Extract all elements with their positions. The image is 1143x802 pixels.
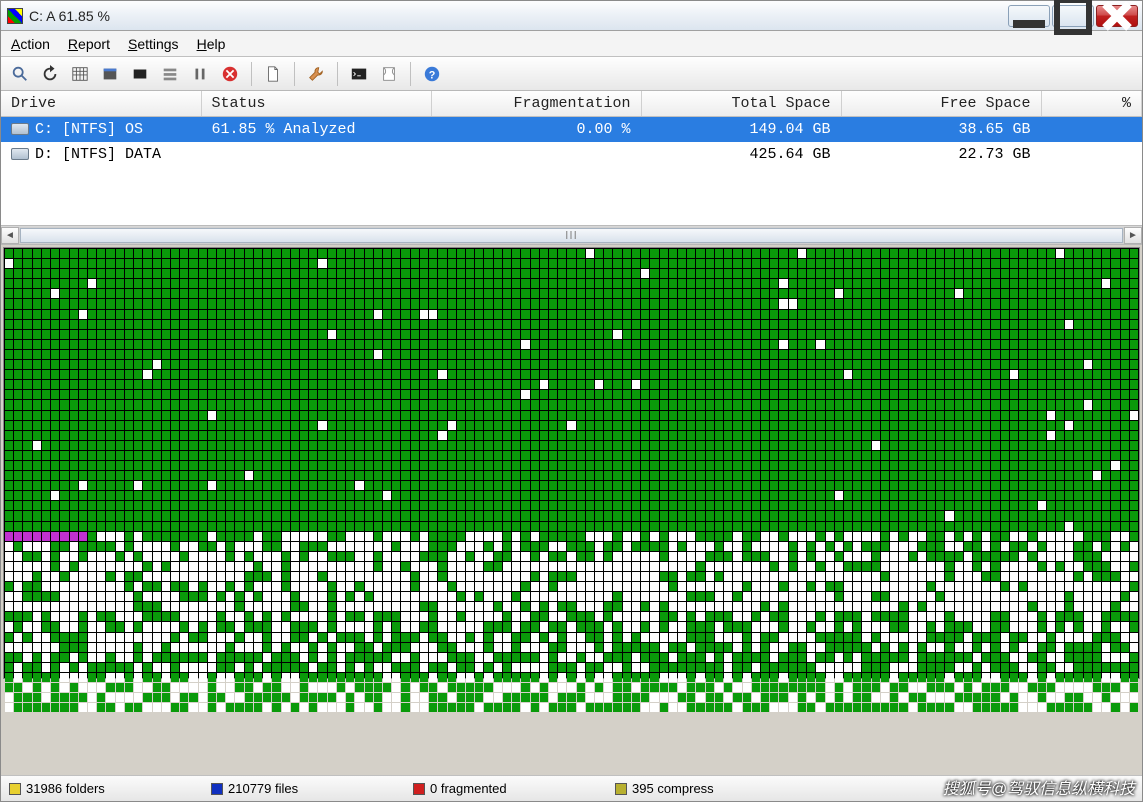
stop-icon[interactable] xyxy=(219,63,241,85)
menu-report[interactable]: Report xyxy=(68,36,110,52)
menubar: Action Report Settings Help xyxy=(1,31,1142,57)
menu-action[interactable]: Action xyxy=(11,36,50,52)
maximize-button[interactable] xyxy=(1052,5,1094,27)
pause-icon[interactable] xyxy=(189,63,211,85)
horizontal-scrollbar[interactable]: ◄ ⅠⅠⅠ ► xyxy=(1,226,1142,245)
col-drive[interactable]: Drive xyxy=(1,91,201,117)
status-compressed: 395 compress xyxy=(615,781,805,796)
toolbar-separator xyxy=(410,62,411,86)
col-percent[interactable]: % xyxy=(1041,91,1142,117)
compressed-swatch xyxy=(615,783,627,795)
scroll-thumb[interactable]: ⅠⅠⅠ xyxy=(20,228,1123,243)
toolbar: ? xyxy=(1,57,1142,91)
help-icon[interactable]: ? xyxy=(421,63,443,85)
block-view-icon[interactable] xyxy=(99,63,121,85)
status-files: 210779 files xyxy=(211,781,401,796)
close-button[interactable] xyxy=(1096,5,1138,27)
window-controls xyxy=(1008,5,1138,27)
status-folders: 31986 folders xyxy=(9,781,199,796)
titlebar: C: A 61.85 % xyxy=(1,1,1142,31)
wrench-icon[interactable] xyxy=(305,63,327,85)
drive-list: Drive Status Fragmentation Total Space F… xyxy=(1,91,1142,226)
drive-icon xyxy=(11,148,29,160)
scroll-right-arrow[interactable]: ► xyxy=(1124,227,1142,244)
cluster-map xyxy=(3,247,1140,679)
col-fragmentation[interactable]: Fragmentation xyxy=(431,91,641,117)
solid-view-icon[interactable] xyxy=(129,63,151,85)
minimize-button[interactable] xyxy=(1008,5,1050,27)
scroll-left-arrow[interactable]: ◄ xyxy=(1,227,19,244)
column-headers: Drive Status Fragmentation Total Space F… xyxy=(1,91,1142,117)
console-icon[interactable] xyxy=(348,63,370,85)
fragmented-swatch xyxy=(413,783,425,795)
drive-row[interactable]: D: [NTFS] DATA425.64 GB22.73 GB xyxy=(1,142,1142,167)
report-sheet-icon[interactable] xyxy=(378,63,400,85)
reload-icon[interactable] xyxy=(39,63,61,85)
analyze-icon[interactable] xyxy=(9,63,31,85)
toolbar-separator xyxy=(251,62,252,86)
statusbar: 31986 folders 210779 files 0 fragmented … xyxy=(1,775,1142,801)
settings-grid-icon[interactable] xyxy=(69,63,91,85)
drive-row[interactable]: C: [NTFS] OS61.85 % Analyzed0.00 %149.04… xyxy=(1,117,1142,143)
col-free[interactable]: Free Space xyxy=(841,91,1041,117)
drive-icon xyxy=(11,123,29,135)
menu-help[interactable]: Help xyxy=(197,36,226,52)
col-total[interactable]: Total Space xyxy=(641,91,841,117)
list-view-icon[interactable] xyxy=(159,63,181,85)
files-swatch xyxy=(211,783,223,795)
window-title: C: A 61.85 % xyxy=(29,8,1008,24)
document-icon[interactable] xyxy=(262,63,284,85)
status-fragmented: 0 fragmented xyxy=(413,781,603,796)
folders-swatch xyxy=(9,783,21,795)
toolbar-separator xyxy=(337,62,338,86)
col-status[interactable]: Status xyxy=(201,91,431,117)
app-icon xyxy=(7,8,23,24)
menu-settings[interactable]: Settings xyxy=(128,36,179,52)
svg-text:?: ? xyxy=(429,69,436,81)
toolbar-separator xyxy=(294,62,295,86)
